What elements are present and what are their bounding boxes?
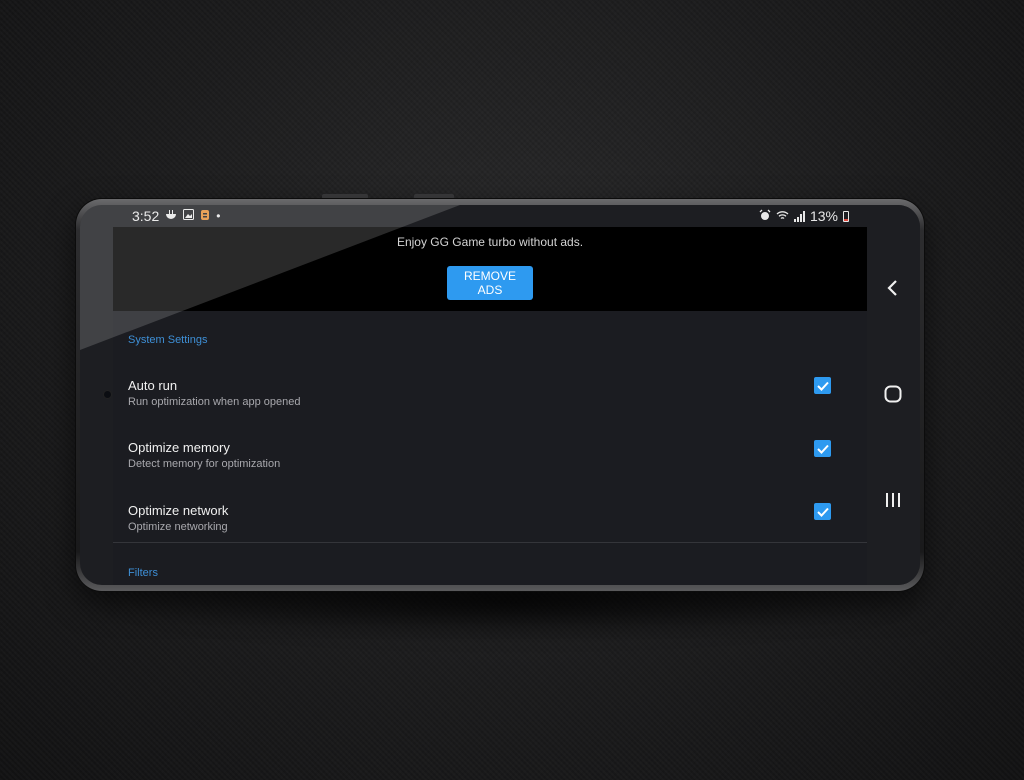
remove-ads-button[interactable]: REMOVE ADS (447, 266, 533, 300)
setting-row-optimize-network[interactable]: Optimize network Optimize networking (113, 503, 867, 555)
checkmark-icon (816, 444, 829, 454)
signal-icon (793, 210, 805, 222)
section-divider (113, 542, 867, 543)
setting-subtitle: Detect memory for optimization (128, 458, 281, 470)
ramen-bowl-icon (165, 209, 177, 224)
status-time: 3:52 (132, 208, 160, 224)
checkmark-icon (816, 381, 829, 391)
auto-run-checkbox[interactable] (814, 377, 831, 394)
app-notification-icon (200, 209, 210, 224)
setting-subtitle: Optimize networking (128, 521, 228, 533)
home-icon (884, 385, 902, 403)
alarm-icon (759, 208, 771, 224)
section-title-filters: Filters (128, 567, 158, 579)
setting-title: Optimize memory (128, 440, 230, 455)
optimize-network-checkbox[interactable] (814, 503, 831, 520)
back-icon (887, 280, 897, 296)
setting-title: Optimize network (128, 503, 229, 518)
recents-button[interactable] (877, 484, 909, 516)
phone-screen: 3:52 • 13% Enjoy GG Game turbo without a… (80, 205, 920, 585)
battery-percent: 13% (809, 208, 838, 224)
setting-subtitle: Run optimization when app opened (128, 396, 301, 408)
home-button[interactable] (877, 378, 909, 410)
back-button[interactable] (877, 272, 909, 304)
setting-title: Auto run (128, 378, 178, 393)
recents-icon (886, 493, 900, 507)
dot-icon: • (216, 209, 221, 223)
wifi-icon (776, 208, 789, 224)
setting-row-auto-run[interactable]: Auto run Run optimization when app opene… (113, 377, 867, 430)
front-camera (104, 391, 111, 398)
section-title-system-settings: System Settings (128, 334, 208, 346)
gallery-icon (183, 209, 195, 223)
checkmark-icon (816, 507, 829, 517)
optimize-memory-checkbox[interactable] (814, 440, 831, 457)
setting-row-optimize-memory[interactable]: Optimize memory Detect memory for optimi… (113, 440, 867, 492)
battery-icon (843, 210, 849, 222)
status-bar: 3:52 • 13% (113, 205, 853, 227)
ad-message: Enjoy GG Game turbo without ads. (396, 235, 584, 249)
ad-banner: Enjoy GG Game turbo without ads. REMOVE … (113, 227, 867, 311)
navigation-bar (867, 205, 920, 585)
settings-content[interactable]: Enjoy GG Game turbo without ads. REMOVE … (113, 227, 867, 585)
